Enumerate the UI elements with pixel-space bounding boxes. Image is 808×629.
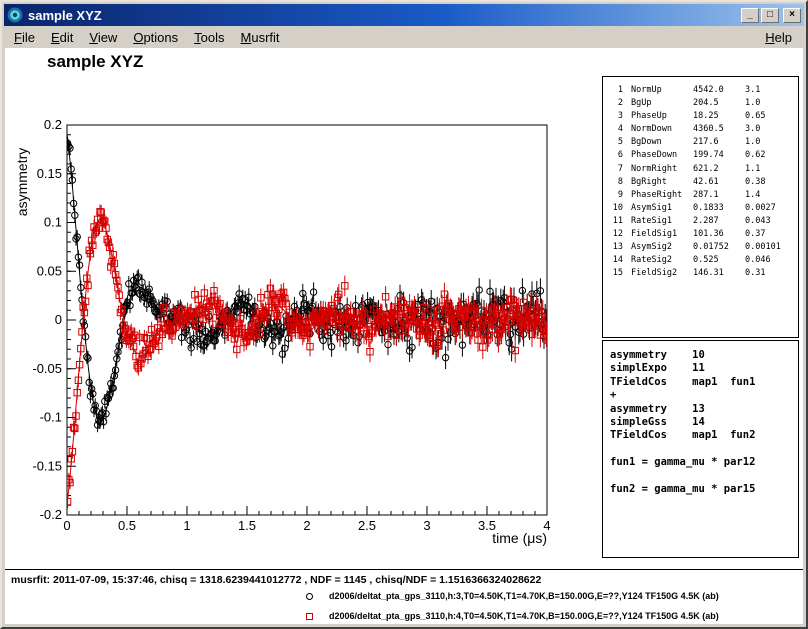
fit-parameter-box: 1NormUp4542.03.12BgUp204.51.03PhaseUp18.… bbox=[602, 76, 799, 338]
parameter-row: 1NormUp4542.03.1 bbox=[609, 84, 798, 97]
app-window: sample XYZ _ □ × FileEditViewOptionsTool… bbox=[0, 0, 808, 629]
fit-parameter-rows: 1NormUp4542.03.12BgUp204.51.03PhaseUp18.… bbox=[609, 84, 798, 280]
theory-line: simpleGss 14 bbox=[610, 416, 798, 429]
parameter-row: 13AsymSig20.017520.00101 bbox=[609, 241, 798, 254]
menu-items: FileEditViewOptionsToolsMusrfit bbox=[6, 27, 288, 48]
theory-lines: asymmetry 10simplExpo 11TFieldCos map1 f… bbox=[610, 349, 798, 496]
fit-curve-circle bbox=[67, 134, 547, 420]
svg-text:1: 1 bbox=[183, 518, 190, 533]
circle-marker-icon bbox=[306, 593, 313, 600]
svg-text:2.5: 2.5 bbox=[358, 518, 376, 533]
legend: d2006/deltat_pta_gps_3110,h:3,T0=4.50K,T… bbox=[5, 586, 803, 624]
svg-text:3: 3 bbox=[423, 518, 430, 533]
parameter-row: 6PhaseDown199.740.62 bbox=[609, 149, 798, 162]
data-series-circle bbox=[64, 134, 549, 432]
theory-line: TFieldCos map1 fun1 bbox=[610, 376, 798, 389]
menu-item-edit[interactable]: Edit bbox=[43, 27, 81, 48]
parameter-row: 4NormDown4360.53.0 bbox=[609, 123, 798, 136]
parameter-row: 10AsymSig10.18330.0027 bbox=[609, 202, 798, 215]
svg-text:2: 2 bbox=[303, 518, 310, 533]
parameter-row: 8BgRight42.610.38 bbox=[609, 176, 798, 189]
theory-line bbox=[610, 443, 798, 456]
parameter-row: 12FieldSig1101.360.37 bbox=[609, 228, 798, 241]
menu-item-options[interactable]: Options bbox=[125, 27, 186, 48]
svg-text:1.5: 1.5 bbox=[238, 518, 256, 533]
parameter-row: 7NormRight621.21.1 bbox=[609, 163, 798, 176]
parameter-row: 14RateSig20.5250.046 bbox=[609, 254, 798, 267]
svg-text:0.2: 0.2 bbox=[44, 117, 62, 132]
window-controls: _ □ × bbox=[739, 8, 801, 23]
legend-label: d2006/deltat_pta_gps_3110,h:3,T0=4.50K,T… bbox=[329, 591, 719, 601]
theory-line: fun1 = gamma_mu * par12 bbox=[610, 456, 798, 469]
menu-item-tools[interactable]: Tools bbox=[186, 27, 232, 48]
svg-text:0.5: 0.5 bbox=[118, 518, 136, 533]
square-marker-icon bbox=[306, 613, 313, 620]
parameter-row: 15FieldSig2146.310.31 bbox=[609, 267, 798, 280]
y-axis-title: asymmetry bbox=[14, 148, 30, 216]
svg-text:0.15: 0.15 bbox=[37, 166, 62, 181]
data-series-square bbox=[64, 205, 549, 509]
theory-line: asymmetry 10 bbox=[610, 349, 798, 362]
menu-item-view[interactable]: View bbox=[81, 27, 125, 48]
parameter-row: 9PhaseRight287.11.4 bbox=[609, 189, 798, 202]
menubar: FileEditViewOptionsToolsMusrfit Help bbox=[4, 26, 804, 48]
fit-statistics: musrfit: 2011-07-09, 15:37:46, chisq = 1… bbox=[11, 574, 541, 586]
theory-line: TFieldCos map1 fun2 bbox=[610, 429, 798, 442]
theory-box: asymmetry 10simplExpo 11TFieldCos map1 f… bbox=[602, 340, 799, 558]
svg-text:-0.2: -0.2 bbox=[40, 507, 62, 522]
theory-line bbox=[610, 470, 798, 483]
parameter-row: 5BgDown217.61.0 bbox=[609, 136, 798, 149]
app-icon[interactable] bbox=[7, 7, 23, 23]
app-icon-image bbox=[7, 7, 23, 23]
menu-item-musrfit[interactable]: Musrfit bbox=[233, 27, 288, 48]
svg-text:0: 0 bbox=[55, 312, 62, 327]
window-title: sample XYZ bbox=[28, 8, 739, 23]
svg-text:-0.1: -0.1 bbox=[40, 410, 62, 425]
theory-line: simplExpo 11 bbox=[610, 362, 798, 375]
menu-item-help[interactable]: Help bbox=[757, 27, 802, 48]
footer-divider bbox=[5, 569, 803, 570]
svg-text:0.1: 0.1 bbox=[44, 215, 62, 230]
titlebar[interactable]: sample XYZ _ □ × bbox=[4, 4, 804, 26]
theory-line: fun2 = gamma_mu * par15 bbox=[610, 483, 798, 496]
close-button[interactable]: × bbox=[783, 8, 801, 23]
menu-item-file[interactable]: File bbox=[6, 27, 43, 48]
root-canvas[interactable]: sample XYZ 00.511.522.533.540.20.150.10.… bbox=[5, 48, 803, 624]
asymmetry-plot[interactable]: 00.511.522.533.540.20.150.10.050-0.05-0.… bbox=[5, 48, 605, 568]
legend-item: d2006/deltat_pta_gps_3110,h:4,T0=4.50K,T… bbox=[5, 606, 803, 624]
maximize-button[interactable]: □ bbox=[761, 8, 779, 23]
parameter-row: 11RateSig12.2870.043 bbox=[609, 215, 798, 228]
svg-text:0.05: 0.05 bbox=[37, 263, 62, 278]
minimize-button[interactable]: _ bbox=[741, 8, 759, 23]
svg-text:0: 0 bbox=[63, 518, 70, 533]
theory-line: + bbox=[610, 389, 798, 402]
parameter-row: 2BgUp204.51.0 bbox=[609, 97, 798, 110]
x-axis-title: time (μs) bbox=[492, 530, 547, 546]
parameter-row: 3PhaseUp18.250.65 bbox=[609, 110, 798, 123]
legend-item: d2006/deltat_pta_gps_3110,h:3,T0=4.50K,T… bbox=[5, 586, 803, 606]
svg-text:-0.05: -0.05 bbox=[32, 361, 62, 376]
legend-label: d2006/deltat_pta_gps_3110,h:4,T0=4.50K,T… bbox=[329, 611, 719, 621]
svg-text:-0.15: -0.15 bbox=[32, 458, 62, 473]
theory-line: asymmetry 13 bbox=[610, 403, 798, 416]
